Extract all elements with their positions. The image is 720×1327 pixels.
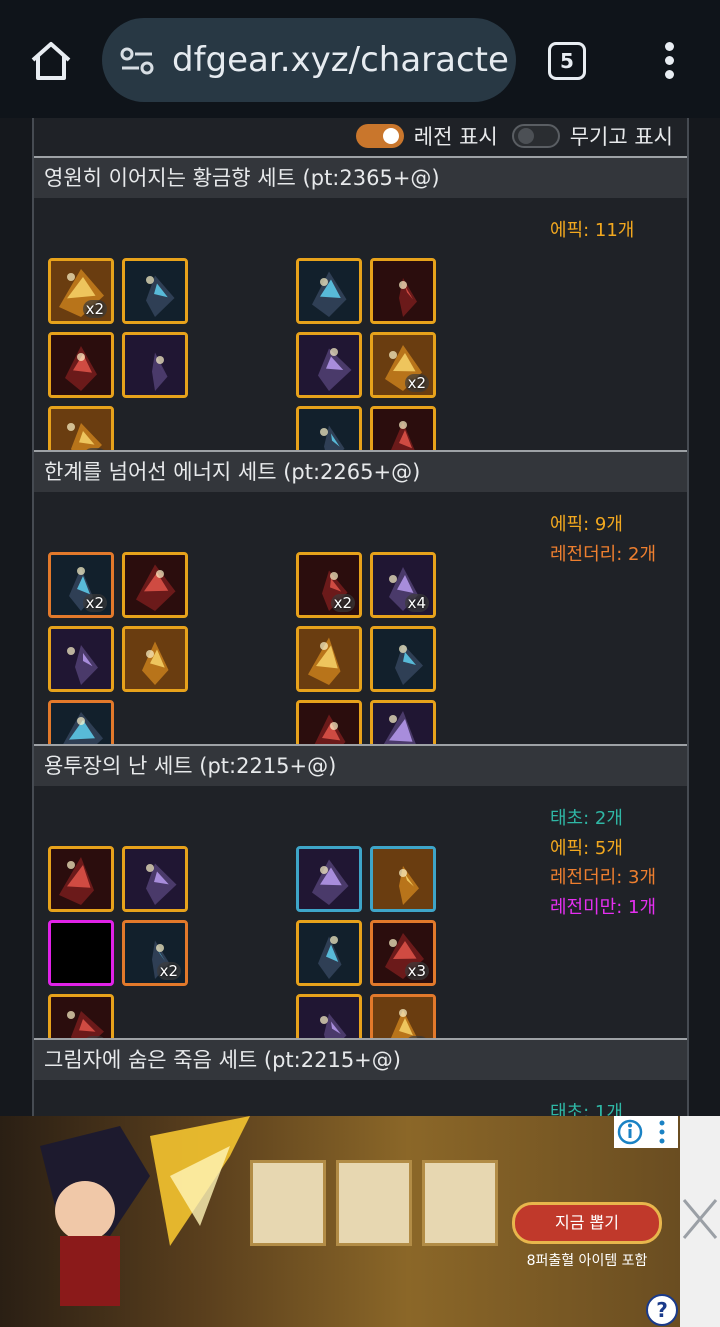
site-settings-icon[interactable]: [120, 46, 154, 76]
ad-info-icon[interactable]: [614, 1116, 678, 1148]
ad-character-illustration: [40, 1116, 250, 1306]
item-slot[interactable]: x4: [370, 552, 436, 618]
grade-count: 레전미만: 1개: [550, 896, 657, 918]
browser-toolbar: dfgear.xyz/characte 5: [0, 0, 720, 118]
item-icon: [125, 629, 185, 689]
item-icon: [125, 335, 185, 395]
tab-switcher-button[interactable]: 5: [548, 42, 586, 80]
item-slot[interactable]: x2: [370, 332, 436, 398]
item-slot[interactable]: [48, 332, 114, 398]
item-slot[interactable]: x2: [122, 920, 188, 986]
item-icon: [125, 849, 185, 909]
item-slot[interactable]: [48, 920, 114, 986]
set-section: 그림자에 숨은 죽음 세트 (pt:2215+@) 태초: 1개: [34, 1038, 687, 1116]
grade-summary: 에픽: 9개레전더리: 2개: [550, 510, 656, 569]
item-slot[interactable]: [296, 626, 362, 692]
item-quantity-badge: x3: [404, 962, 429, 980]
item-slot[interactable]: x2: [296, 552, 362, 618]
grade-count: 레전더리: 2개: [550, 543, 657, 565]
item-slot[interactable]: [296, 846, 362, 912]
item-icon: [51, 629, 111, 689]
item-slot[interactable]: [122, 846, 188, 912]
set-section: 영원히 이어지는 황금향 세트 (pt:2365+@)x2x2x2에픽: 11개: [34, 156, 687, 472]
ad-item-boxes: [250, 1160, 498, 1246]
grade-count: 레전더리: 3개: [550, 867, 657, 888]
grade-count: 태초: 2개: [550, 808, 623, 829]
item-icon: [299, 923, 359, 983]
set-list-panel: 레전 표시 무기고 표시 영원히 이어지는 황금향 세트 (pt:2365+@)…: [32, 118, 689, 1116]
item-slot[interactable]: [370, 846, 436, 912]
set-items: x2x2x3x2태초: 2개에픽: 5개레전더리: 3개레전미만: 1개: [34, 728, 687, 1060]
item-quantity-badge: x2: [156, 962, 181, 980]
ad-item-1: [250, 1160, 326, 1246]
item-slot[interactable]: [370, 626, 436, 692]
item-slot[interactable]: [48, 626, 114, 692]
ad-cta-button[interactable]: 지금 뽑기: [512, 1202, 662, 1244]
set-section: 용투장의 난 세트 (pt:2215+@)x2x2x3x2태초: 2개에픽: 5…: [34, 744, 687, 1060]
ad-creative[interactable]: 지금 뽑기 8퍼출혈 아이템 포함: [0, 1116, 680, 1327]
item-slot[interactable]: [296, 920, 362, 986]
item-slot[interactable]: [296, 332, 362, 398]
item-slot[interactable]: x3: [370, 920, 436, 986]
item-icon: [51, 849, 111, 909]
item-icon: [373, 261, 433, 321]
item-quantity-badge: x2: [82, 300, 107, 318]
item-slot[interactable]: [122, 258, 188, 324]
item-slot[interactable]: [122, 552, 188, 618]
grade-count: 태초: 1개: [550, 1102, 623, 1116]
overflow-menu-icon[interactable]: [662, 42, 676, 82]
item-icon: [299, 335, 359, 395]
item-slot[interactable]: [48, 846, 114, 912]
grade-count: 에픽: 11개: [550, 220, 635, 241]
set-items: x2 x2 x4 에픽: 9개레전더리: 2개: [34, 434, 687, 766]
item-quantity-badge: x2: [82, 594, 107, 612]
item-icon: [51, 335, 111, 395]
set-section: 한계를 넘어선 에너지 세트 (pt:2265+@) x2 x2 x4 에픽: 9개 레전…: [34, 450, 687, 766]
item-icon: [373, 629, 433, 689]
ad-item-3: [422, 1160, 498, 1246]
ad-help-icon[interactable]: ?: [646, 1294, 678, 1326]
set-items: x2x2x2에픽: 11개: [34, 140, 687, 472]
item-icon: [373, 849, 433, 909]
item-slot[interactable]: [370, 258, 436, 324]
item-icon: [299, 261, 359, 321]
item-slot[interactable]: [122, 626, 188, 692]
item-slot[interactable]: [122, 332, 188, 398]
set-items: 태초: 1개: [34, 1022, 687, 1116]
grade-summary: 태초: 1개: [550, 1098, 623, 1116]
url-text[interactable]: dfgear.xyz/characte: [172, 40, 509, 80]
ad-banner[interactable]: 지금 뽑기 8퍼출혈 아이템 포함 ?: [0, 1116, 720, 1327]
item-quantity-badge: x2: [404, 374, 429, 392]
item-icon: [299, 629, 359, 689]
grade-summary: 태초: 2개에픽: 5개레전더리: 3개레전미만: 1개: [550, 804, 656, 922]
page-content: 레전 표시 무기고 표시 영원히 이어지는 황금향 세트 (pt:2365+@)…: [0, 118, 720, 1116]
item-quantity-badge: x2: [330, 594, 355, 612]
item-quantity-badge: x4: [404, 594, 429, 612]
ad-close-icon[interactable]: [680, 1176, 720, 1262]
ad-subtext: 8퍼출혈 아이템 포함: [526, 1253, 648, 1269]
item-icon: [125, 555, 185, 615]
ad-item-2: [336, 1160, 412, 1246]
grade-count: 에픽: 9개: [550, 514, 623, 535]
item-slot[interactable]: [296, 258, 362, 324]
address-bar[interactable]: dfgear.xyz/characte: [102, 18, 516, 102]
item-icon: [125, 261, 185, 321]
item-slot[interactable]: x2: [48, 552, 114, 618]
item-slot[interactable]: x2: [48, 258, 114, 324]
item-icon: [299, 849, 359, 909]
grade-summary: 에픽: 11개: [550, 216, 634, 246]
grade-count: 에픽: 5개: [550, 837, 623, 859]
home-icon[interactable]: [28, 38, 74, 84]
